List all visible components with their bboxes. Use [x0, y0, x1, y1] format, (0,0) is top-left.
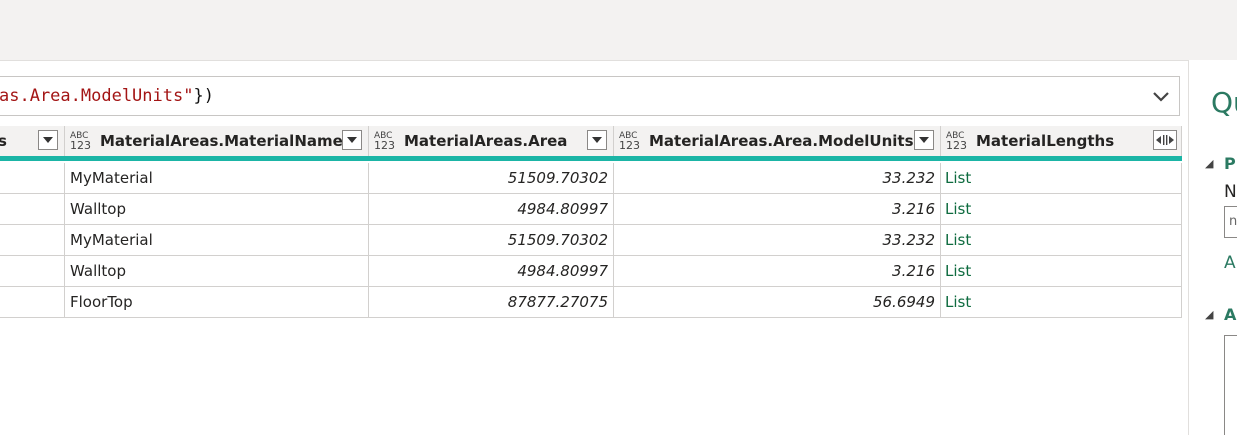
formula-suffix: })	[193, 86, 214, 106]
filter-dropdown-button[interactable]	[38, 130, 58, 150]
section-properties-heading[interactable]: Pl	[1224, 154, 1237, 173]
cell-material-name[interactable]: Walltop	[65, 194, 369, 225]
cell-material-name[interactable]: MyMaterial	[65, 225, 369, 256]
type-any-icon: ABC 123	[946, 131, 967, 152]
table-row: FloorTop 87877.27075 56.6949 List	[0, 287, 1182, 318]
cell-model-units[interactable]: 33.232	[614, 225, 941, 256]
cell-c0[interactable]	[0, 225, 65, 256]
caret-down-icon	[919, 137, 929, 143]
cell-list-link[interactable]: List	[941, 225, 1182, 256]
cell-model-units[interactable]: 3.216	[614, 256, 941, 287]
name-input[interactable]: n	[1224, 206, 1237, 238]
collapse-triangle-icon[interactable]: ◢	[1205, 157, 1213, 170]
filter-dropdown-button[interactable]	[587, 130, 607, 150]
name-label: N	[1224, 182, 1237, 202]
chevron-down-icon	[1153, 92, 1169, 102]
quality-bar	[0, 156, 1182, 161]
table-row: MyMaterial 51509.70302 33.232 List	[0, 225, 1182, 256]
column-name: s	[0, 132, 7, 150]
formula-bar[interactable]: as.Area.ModelUnits"})	[0, 76, 1180, 116]
section-applied-steps-heading[interactable]: A	[1224, 305, 1236, 324]
formula-string: as.Area.ModelUnits	[0, 86, 184, 106]
type-any-icon: ABC 123	[619, 131, 640, 152]
expand-column-button[interactable]	[1153, 130, 1177, 150]
column-name: MaterialAreas.Area	[404, 132, 568, 150]
cell-list-link[interactable]: List	[941, 287, 1182, 318]
all-properties-link[interactable]: Al	[1224, 253, 1237, 273]
collapse-triangle-icon[interactable]: ◢	[1205, 308, 1213, 321]
type-any-icon: ABC 123	[70, 131, 91, 152]
cell-area[interactable]: 4984.80997	[369, 256, 614, 287]
cell-list-link[interactable]: List	[941, 256, 1182, 287]
column-header-model-units[interactable]: ABC 123 MaterialAreas.Area.ModelUnits	[614, 126, 941, 156]
ribbon-area	[0, 0, 1237, 61]
cell-c0[interactable]	[0, 163, 65, 194]
expand-formula-button[interactable]	[1149, 85, 1173, 107]
cell-c0[interactable]	[0, 287, 65, 318]
column-header-0[interactable]: s	[0, 126, 65, 156]
caret-down-icon	[43, 137, 53, 143]
caret-down-icon	[592, 137, 602, 143]
filter-dropdown-button[interactable]	[914, 130, 934, 150]
cell-area[interactable]: 51509.70302	[369, 225, 614, 256]
table-row: Walltop 4984.80997 3.216 List	[0, 256, 1182, 287]
cell-material-name[interactable]: FloorTop	[65, 287, 369, 318]
column-header-material-name[interactable]: ABC 123 MaterialAreas.MaterialName	[65, 126, 369, 156]
query-settings-panel: Qu ◢ Pl N n Al ◢ A	[1188, 60, 1237, 435]
cell-model-units[interactable]: 33.232	[614, 163, 941, 194]
column-header-area[interactable]: ABC 123 MaterialAreas.Area	[369, 126, 614, 156]
column-header-material-lengths[interactable]: ABC 123 MaterialLengths	[941, 126, 1182, 156]
cell-c0[interactable]	[0, 194, 65, 225]
cell-material-name[interactable]: MyMaterial	[65, 163, 369, 194]
cell-area[interactable]: 51509.70302	[369, 163, 614, 194]
cell-area[interactable]: 87877.27075	[369, 287, 614, 318]
column-name: MaterialAreas.Area.ModelUnits	[649, 132, 914, 150]
cell-area[interactable]: 4984.80997	[369, 194, 614, 225]
cell-list-link[interactable]: List	[941, 163, 1182, 194]
formula-text[interactable]: as.Area.ModelUnits"})	[0, 86, 214, 106]
caret-down-icon	[347, 137, 357, 143]
cell-model-units[interactable]: 56.6949	[614, 287, 941, 318]
expand-arrows-icon	[1156, 135, 1174, 145]
column-name: MaterialAreas.MaterialName	[100, 132, 343, 150]
cell-list-link[interactable]: List	[941, 194, 1182, 225]
type-any-icon: ABC 123	[374, 131, 395, 152]
filter-dropdown-button[interactable]	[342, 130, 362, 150]
table-row: Walltop 4984.80997 3.216 List	[0, 194, 1182, 225]
cell-material-name[interactable]: Walltop	[65, 256, 369, 287]
table-row: MyMaterial 51509.70302 33.232 List	[0, 163, 1182, 194]
panel-title: Qu	[1211, 86, 1237, 119]
column-name: MaterialLengths	[976, 132, 1115, 150]
cell-c0[interactable]	[0, 256, 65, 287]
cell-model-units[interactable]: 3.216	[614, 194, 941, 225]
applied-steps-list[interactable]	[1224, 335, 1237, 435]
